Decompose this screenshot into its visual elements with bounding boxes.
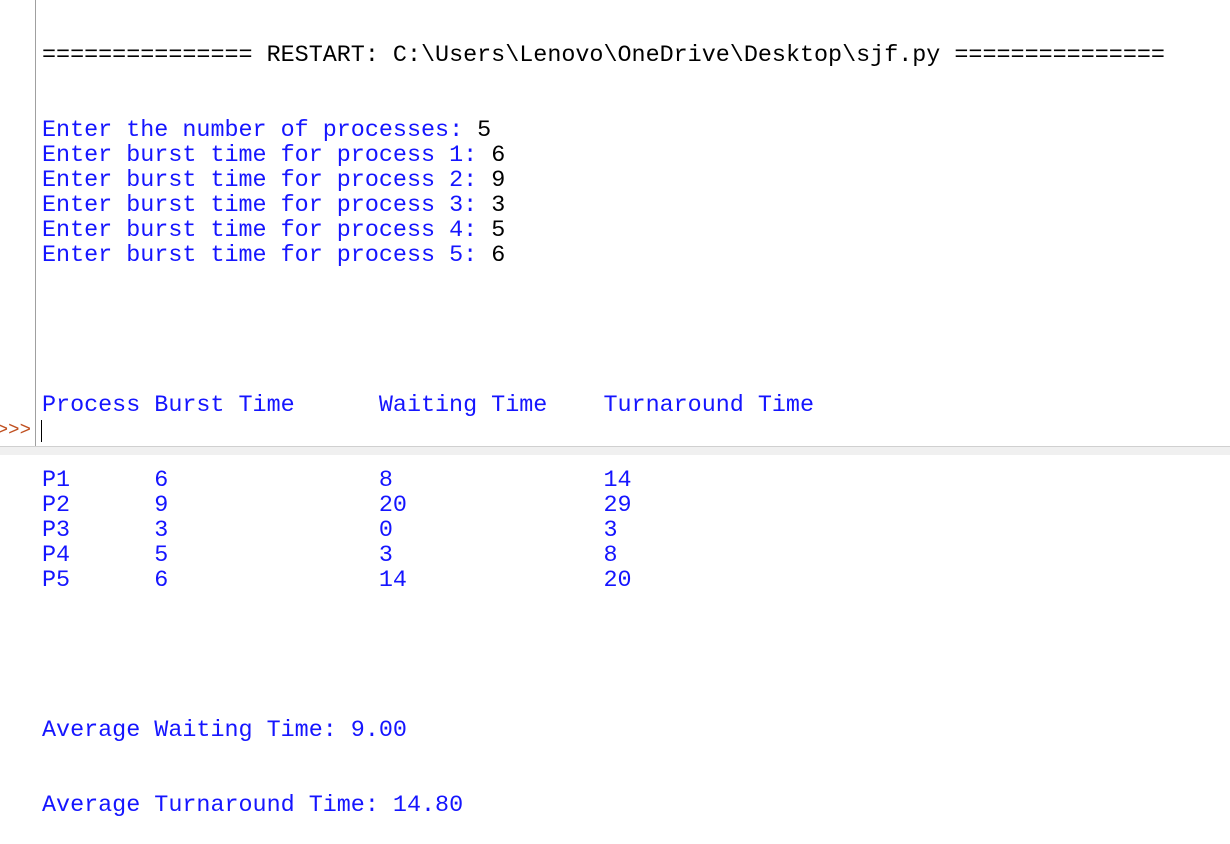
cell-turnaround-time: 8 — [603, 543, 618, 569]
input-line: Enter burst time for process 4: 5 — [42, 219, 1165, 244]
restart-line: =============== RESTART: C:\Users\Lenovo… — [42, 43, 1165, 69]
input-line: Enter the number of processes: 5 — [42, 119, 1165, 144]
cell-turnaround-time: 20 — [603, 568, 632, 594]
average-waiting-time: Average Waiting Time: 9.00 — [42, 718, 407, 744]
cell-burst-time: 6 — [154, 568, 169, 594]
shell-prompt: >>> — [0, 419, 31, 441]
table-row: P2 9 20 29 — [42, 494, 1165, 519]
cell-waiting-time: 3 — [378, 543, 393, 569]
table-row: P1 6 8 14 — [42, 469, 1165, 494]
table-row: P5 6 14 20 — [42, 569, 1165, 594]
input-prompt: Enter burst time for process 1: — [42, 143, 492, 169]
cell-turnaround-time: 29 — [603, 493, 632, 519]
input-value: 9 — [491, 168, 506, 194]
input-line: Enter burst time for process 3: 3 — [42, 194, 1165, 219]
header-burst-time: Burst Time — [154, 393, 295, 419]
input-prompt: Enter burst time for process 2: — [42, 168, 492, 194]
cell-waiting-time: 8 — [378, 468, 393, 494]
input-value: 5 — [491, 218, 506, 244]
cell-burst-time: 3 — [154, 518, 169, 544]
input-value: 5 — [477, 118, 492, 144]
input-line: Enter burst time for process 5: 6 — [42, 244, 1165, 269]
cell-turnaround-time: 14 — [603, 468, 632, 494]
cell-waiting-time: 14 — [378, 568, 407, 594]
text-cursor[interactable] — [41, 420, 42, 442]
shell-output: =============== RESTART: C:\Users\Lenovo… — [42, 0, 1165, 844]
cell-process: P4 — [42, 543, 71, 569]
header-waiting-time: Waiting Time — [378, 393, 548, 419]
cell-process: P1 — [42, 468, 71, 494]
shell-gutter: >>> — [0, 0, 36, 446]
table-row: P3 3 0 3 — [42, 519, 1165, 544]
input-value: 6 — [491, 143, 506, 169]
input-prompt: Enter the number of processes: — [42, 118, 478, 144]
cell-process: P3 — [42, 518, 71, 544]
input-line: Enter burst time for process 2: 9 — [42, 169, 1165, 194]
average-turnaround-time: Average Turnaround Time: 14.80 — [42, 793, 464, 819]
input-prompt: Enter burst time for process 4: — [42, 218, 492, 244]
input-prompt: Enter burst time for process 3: — [42, 193, 492, 219]
cell-burst-time: 9 — [154, 493, 169, 519]
cell-burst-time: 6 — [154, 468, 169, 494]
header-turnaround-time: Turnaround Time — [603, 393, 815, 419]
header-process: Process — [42, 393, 141, 419]
table-row: P4 5 3 8 — [42, 544, 1165, 569]
input-line: Enter burst time for process 1: 6 — [42, 144, 1165, 169]
cell-turnaround-time: 3 — [603, 518, 618, 544]
cell-process: P2 — [42, 493, 71, 519]
cell-process: P5 — [42, 568, 71, 594]
input-value: 6 — [491, 243, 506, 269]
input-value: 3 — [491, 193, 506, 219]
input-prompt: Enter burst time for process 5: — [42, 243, 492, 269]
cell-waiting-time: 20 — [378, 493, 407, 519]
cell-burst-time: 5 — [154, 543, 169, 569]
table-header: Process Burst Time Waiting Time Turnarou… — [42, 394, 1165, 419]
cell-waiting-time: 0 — [378, 518, 393, 544]
